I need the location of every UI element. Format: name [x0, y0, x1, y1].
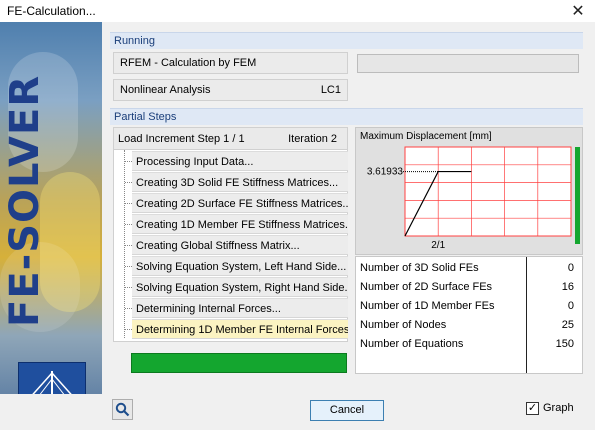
analysis-label: Nonlinear Analysis	[120, 84, 211, 96]
tree-tick	[125, 329, 132, 330]
step-item-active: Determining 1D Member FE Internal Forces…	[132, 319, 348, 339]
button-bar	[0, 394, 595, 430]
running-section-header: Running	[110, 32, 583, 49]
close-icon: ✕	[571, 3, 585, 20]
plot-area	[404, 146, 572, 237]
step-item: Solving Equation System, Left Hand Side.…	[132, 256, 348, 276]
tree-tick	[125, 287, 132, 288]
iteration-label: Iteration 2	[288, 133, 337, 145]
stat-label: Number of Equations	[360, 338, 464, 350]
overall-progress-bar	[357, 54, 579, 73]
stat-value: 0	[567, 300, 574, 312]
stat-label: Number of 1D Member FEs	[360, 300, 495, 312]
stat-value: 25	[561, 319, 574, 331]
step-item: Creating 3D Solid FE Stiffness Matrices.…	[132, 172, 348, 192]
tree-tick	[125, 203, 132, 204]
program-field: RFEM - Calculation by FEM	[113, 52, 348, 74]
x-tick-label: 2/1	[431, 240, 445, 251]
program-label: RFEM - Calculation by FEM	[120, 57, 257, 69]
details-button[interactable]	[112, 399, 133, 420]
window-title: FE-Calculation...	[7, 4, 96, 18]
y-value-label: 3.61933	[367, 167, 404, 178]
graph-checkbox[interactable]: ✓	[526, 402, 539, 415]
tree-tick	[125, 224, 132, 225]
stat-value: 16	[561, 281, 574, 293]
close-button[interactable]: ✕	[561, 0, 595, 22]
load-increment-label: Load Increment Step 1 / 1	[118, 133, 245, 145]
step-item: Processing Input Data...	[132, 151, 348, 171]
stat-value: 150	[555, 338, 574, 350]
stat-row: Number of Nodes 25	[356, 316, 582, 335]
step-progress-bar	[131, 353, 347, 373]
statistics-table: Number of 3D Solid FEs 0 Number of 2D Su…	[355, 256, 583, 374]
step-item: Creating 2D Surface FE Stiffness Matrice…	[132, 193, 348, 213]
banner-word: FE-SOLVER	[2, 74, 48, 327]
tree-tick	[125, 245, 132, 246]
partial-steps-section-header: Partial Steps	[110, 108, 583, 125]
stat-label: Number of 3D Solid FEs	[360, 262, 479, 274]
title-bar: FE-Calculation... ✕	[0, 0, 595, 22]
step-item: Creating 1D Member FE Stiffness Matrices…	[132, 214, 348, 234]
partial-steps-list: Load Increment Step 1 / 1 Iteration 2 Pr…	[113, 127, 348, 342]
tree-tick	[125, 182, 132, 183]
stat-row: Number of 1D Member FEs 0	[356, 297, 582, 316]
level-indicator	[575, 147, 580, 244]
tree-connector	[124, 150, 125, 338]
load-increment-row: Load Increment Step 1 / 1 Iteration 2	[114, 128, 347, 150]
tree-tick	[125, 308, 132, 309]
chart-plot: 3.61933 2/1	[367, 146, 580, 251]
analysis-field: Nonlinear Analysis LC1	[113, 79, 348, 101]
cancel-button[interactable]: Cancel	[310, 400, 384, 421]
step-item: Creating Global Stiffness Matrix...	[132, 235, 348, 255]
magnifier-icon	[115, 402, 130, 417]
stat-row: Number of 2D Surface FEs 16	[356, 278, 582, 297]
stat-value: 0	[567, 262, 574, 274]
displacement-chart: Maximum Displacement [mm] 3.61933 2/1	[355, 127, 583, 255]
fe-solver-banner: FE-SOLVER	[0, 22, 102, 414]
tree-tick	[125, 266, 132, 267]
step-item: Determining Internal Forces...	[132, 298, 348, 318]
tree-tick	[125, 161, 132, 162]
stat-row: Number of 3D Solid FEs 0	[356, 259, 582, 278]
stat-row: Number of Equations 150	[356, 335, 582, 354]
step-item: Solving Equation System, Right Hand Side…	[132, 277, 348, 297]
stat-label: Number of 2D Surface FEs	[360, 281, 493, 293]
stat-label: Number of Nodes	[360, 319, 447, 331]
load-case-label: LC1	[320, 84, 341, 96]
graph-checkbox-label: Graph	[543, 402, 574, 414]
